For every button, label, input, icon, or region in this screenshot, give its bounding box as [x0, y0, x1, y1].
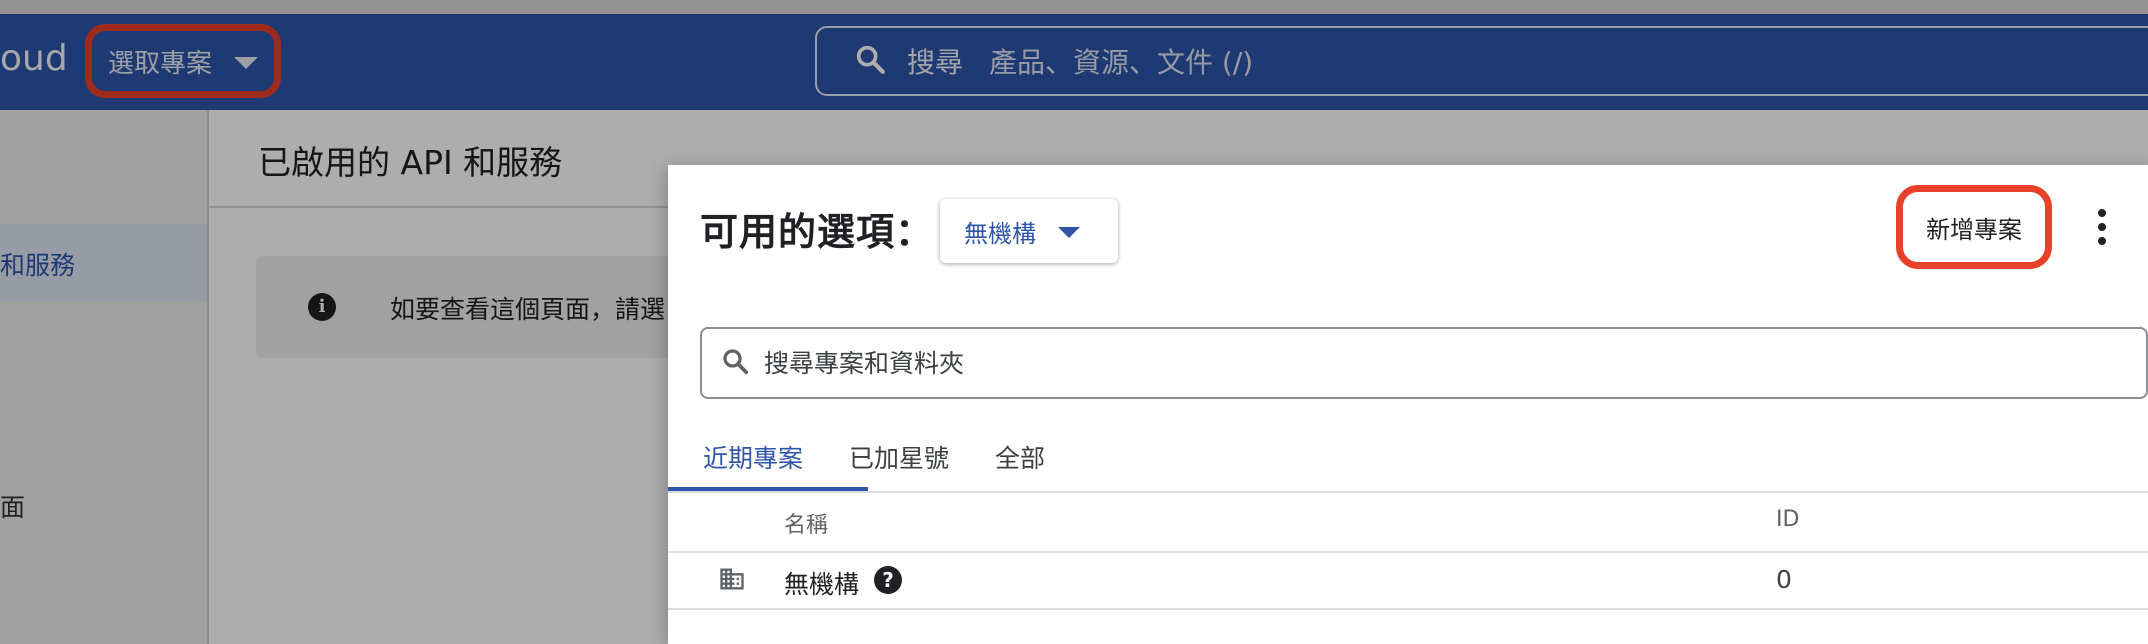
more-vert-icon[interactable]: [2096, 209, 2108, 249]
project-search-input[interactable]: [762, 347, 1666, 379]
tab-all[interactable]: 全部: [995, 439, 1045, 475]
row-id: 0: [1776, 565, 1792, 594]
dialog-title: 可用的選項：: [700, 210, 935, 254]
row-name: 無機構: [784, 570, 860, 599]
divider: [668, 491, 2148, 493]
table-row[interactable]: 無機構 ? 0: [668, 553, 2148, 608]
column-header-name: 名稱: [784, 513, 829, 538]
help-icon[interactable]: ?: [874, 566, 902, 594]
divider: [668, 608, 2148, 610]
tab-recent-projects[interactable]: 近期專案: [703, 439, 803, 475]
new-project-label: 新增專案: [1926, 215, 2022, 244]
project-search-field[interactable]: [700, 327, 2148, 399]
search-icon: [720, 346, 750, 380]
tab-starred[interactable]: 已加星號: [849, 439, 949, 475]
caret-down-icon: [1058, 226, 1080, 238]
new-project-button[interactable]: 新增專案: [1896, 185, 2052, 269]
organization-icon: [718, 565, 746, 593]
organization-select[interactable]: 無機構: [940, 199, 1118, 263]
column-header-id: ID: [1776, 507, 1800, 532]
select-project-dialog: 可用的選項： 無機構 新增專案 近期專案 已加星號 全部 名稱 ID 無機構 ?…: [668, 165, 2148, 644]
organization-select-value: 無機構: [964, 219, 1036, 248]
